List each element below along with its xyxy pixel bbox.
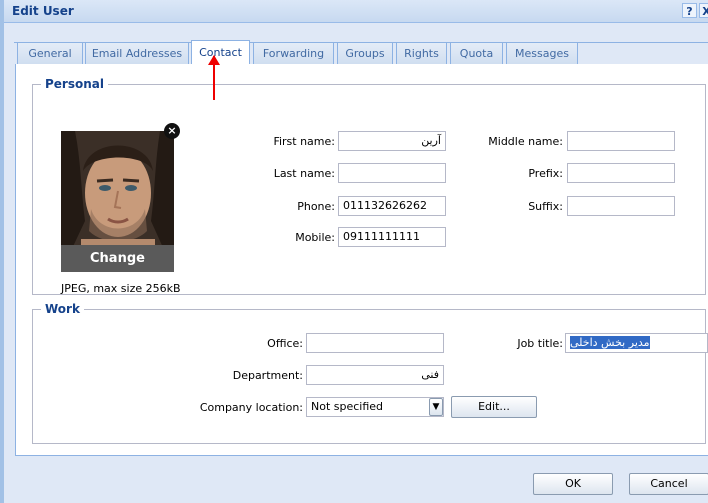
office-field[interactable] bbox=[306, 333, 444, 353]
tab-groups[interactable]: Groups bbox=[337, 42, 393, 64]
company-location-select[interactable]: Not specified bbox=[306, 397, 444, 417]
office-label: Office: bbox=[267, 337, 303, 350]
close-button[interactable]: X bbox=[699, 3, 708, 18]
department-label: Department: bbox=[232, 369, 303, 382]
personal-legend: Personal bbox=[41, 77, 108, 91]
mobile-field[interactable]: 09111111111 bbox=[338, 227, 446, 247]
prefix-field[interactable] bbox=[567, 163, 675, 183]
prefix-label: Prefix: bbox=[528, 167, 563, 180]
photo-hint: JPEG, max size 256kB bbox=[61, 282, 181, 295]
ok-button[interactable]: OK bbox=[533, 473, 613, 495]
tab-contact[interactable]: Contact bbox=[191, 40, 250, 65]
tab-email-addresses[interactable]: Email Addresses bbox=[85, 42, 189, 64]
tab-forwarding[interactable]: Forwarding bbox=[253, 42, 334, 64]
first-name-label: First name: bbox=[273, 135, 335, 148]
help-button[interactable]: ? bbox=[682, 3, 697, 18]
department-field[interactable]: فنی bbox=[306, 365, 444, 385]
dialog-title: Edit User bbox=[12, 4, 74, 18]
tab-quota[interactable]: Quota bbox=[450, 42, 503, 64]
remove-photo-icon[interactable]: × bbox=[164, 123, 180, 139]
job-title-label: Job title: bbox=[517, 337, 563, 350]
middle-name-field[interactable] bbox=[567, 131, 675, 151]
user-photo: Change bbox=[61, 131, 174, 272]
company-location-value: Not specified bbox=[311, 400, 384, 413]
company-location-label: Company location: bbox=[199, 401, 303, 414]
change-photo-button[interactable]: Change bbox=[61, 245, 174, 272]
phone-label: Phone: bbox=[297, 200, 335, 213]
tab-general[interactable]: General bbox=[17, 42, 83, 64]
title-bar[interactable]: Edit User ? X bbox=[4, 0, 708, 23]
tab-messages[interactable]: Messages bbox=[506, 42, 578, 64]
cancel-button[interactable]: Cancel bbox=[629, 473, 708, 495]
annotation-arrow-icon bbox=[208, 55, 220, 100]
job-title-field[interactable]: مدیر بخش داخلی bbox=[565, 333, 708, 353]
suffix-label: Suffix: bbox=[528, 200, 563, 213]
edit-location-button[interactable]: Edit... bbox=[451, 396, 537, 418]
phone-field[interactable]: 011132626262 bbox=[338, 196, 446, 216]
middle-name-label: Middle name: bbox=[488, 135, 563, 148]
chevron-down-icon[interactable]: ▼ bbox=[429, 398, 443, 416]
last-name-label: Last name: bbox=[273, 167, 335, 180]
suffix-field[interactable] bbox=[567, 196, 675, 216]
contact-panel: Personal Change × JPEG, max size 256kB F… bbox=[15, 64, 708, 456]
personal-fieldset: Personal Change × JPEG, max size 256kB F… bbox=[32, 77, 706, 295]
job-title-selected-text: مدیر بخش داخلی bbox=[570, 336, 650, 349]
mobile-label: Mobile: bbox=[295, 231, 335, 244]
tab-rights[interactable]: Rights bbox=[396, 42, 447, 64]
work-fieldset: Work Office: Department: فنی Company loc… bbox=[32, 302, 708, 444]
first-name-field[interactable]: آرین bbox=[338, 131, 446, 151]
last-name-field[interactable] bbox=[338, 163, 446, 183]
work-legend: Work bbox=[41, 302, 84, 316]
edit-user-dialog: Edit User ? X General Email Addresses Co… bbox=[0, 0, 708, 503]
